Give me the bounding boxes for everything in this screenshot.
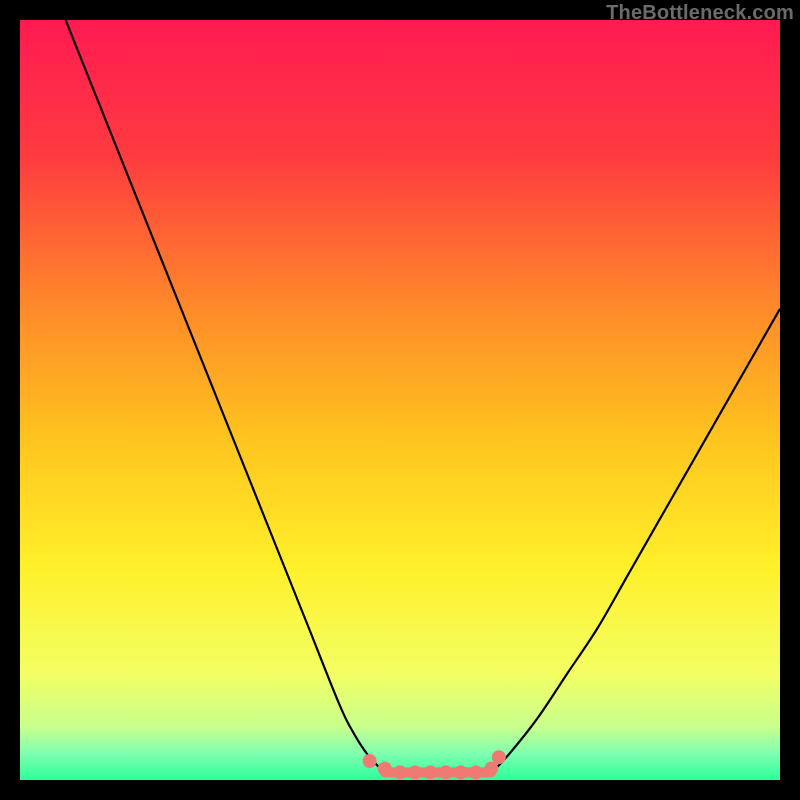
marker-dot [439,766,452,779]
marker-dot [409,766,422,779]
marker-dot [492,751,505,764]
marker-dot [363,755,376,768]
gradient-background [20,20,780,780]
chart-frame: TheBottleneck.com [0,0,800,800]
marker-dot [454,766,467,779]
marker-dot [378,762,391,775]
marker-dot [485,762,498,775]
marker-dot [470,766,483,779]
marker-dot [424,766,437,779]
chart-svg [20,20,780,780]
plot-area [20,20,780,780]
marker-dot [394,766,407,779]
